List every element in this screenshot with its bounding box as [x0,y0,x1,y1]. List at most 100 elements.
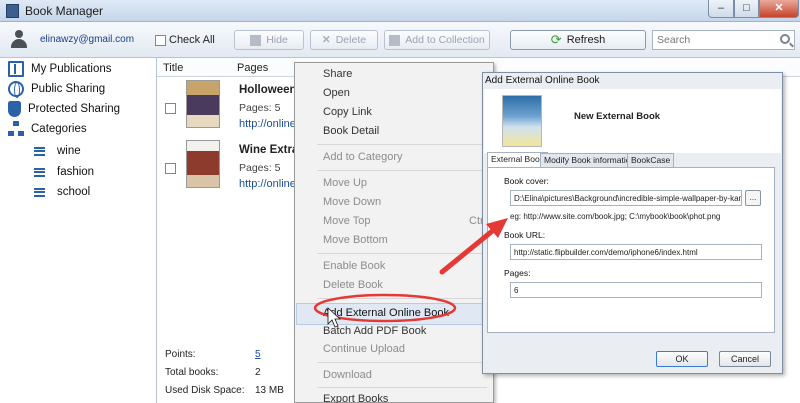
sidebar-item-public-sharing[interactable]: Public Sharing [8,80,105,98]
close-button[interactable]: ✕ [759,0,799,18]
refresh-label: Refresh [566,34,606,46]
add-to-collection-button[interactable]: Add to Collection [384,30,490,50]
category-tree-icon [8,121,24,137]
toolbar: elinawzy@gmail.com Check All Hide ✕ Dele… [0,22,800,58]
sidebar-item-categories[interactable]: Categories [8,120,87,138]
disk-space-label: Used Disk Space: [165,385,245,396]
list-icon [34,187,45,197]
account-email[interactable]: elinawzy@gmail.com [40,34,134,45]
account-stats: Points: 5 Total books: 2 Used Disk Space… [157,343,307,403]
points-value[interactable]: 5 [255,349,261,360]
book-cover-field[interactable]: D:\Elina\pictures\Background\incredible-… [510,190,742,206]
row-checkbox[interactable] [165,103,176,114]
book-thumbnail[interactable] [186,80,220,128]
tab-modify-book-information[interactable]: Modify Book information [540,153,640,167]
dialog-title: Add External Online Book [485,75,600,86]
search-placeholder: Search [657,34,691,46]
menu-item-add-external-online-book[interactable]: Add External Online Book [323,307,449,319]
collection-icon [389,34,401,46]
book-pages: Pages: 5 [239,102,281,114]
check-all[interactable]: Check All [155,34,215,46]
external-book-pane: Book cover: D:\Elina\pictures\Background… [487,167,775,333]
disk-space-value: 13 MB [255,385,284,396]
menu-item-copy-link[interactable]: Copy Link [323,106,372,118]
category-label: wine [57,145,81,157]
dialog-header: New External Book [484,89,781,153]
sidebar-item-label: My Publications [31,63,112,75]
app-icon [6,4,19,18]
category-item-wine[interactable]: wine [34,143,81,159]
add-to-collection-label: Add to Collection [405,34,485,46]
book-cover-label: Book cover: [504,176,549,186]
tab-bookcase[interactable]: BookCase [627,153,675,167]
pages-field[interactable]: 6 [510,282,762,298]
menu-item-download[interactable]: Download [323,369,372,381]
book-link[interactable]: http://online. [239,178,299,190]
title-bar: Book Manager [0,0,800,22]
menu-item-move-down[interactable]: Move Down [323,196,381,208]
browse-button[interactable]: ... [745,190,761,206]
menu-item-move-top[interactable]: Move Top [323,215,371,227]
delete-button[interactable]: ✕ Delete [310,30,378,50]
menu-separator [317,144,487,145]
hide-button[interactable]: Hide [234,30,304,50]
menu-item-continue-upload[interactable]: Continue Upload [323,343,405,355]
column-pages[interactable]: Pages [237,62,268,74]
column-title[interactable]: Title [163,62,183,74]
window-title: Book Manager [25,4,104,18]
ok-button[interactable]: OK [656,351,708,367]
dialog-book-name: New External Book [574,111,661,122]
menu-separator [317,298,487,299]
menu-item-delete-book[interactable]: Delete Book [323,279,383,291]
user-icon [10,30,28,48]
check-all-label: Check All [169,34,215,46]
hide-label: Hide [266,34,288,46]
category-label: fashion [57,166,95,178]
refresh-button[interactable]: ⟳ Refresh [510,30,646,50]
globe-icon [8,81,24,98]
sidebar-item-label: Categories [31,123,87,135]
book-url-label: Book URL: [504,230,546,240]
search-icon[interactable] [780,34,790,44]
menu-item-share[interactable]: Share [323,68,352,80]
maximize-button[interactable]: □ [734,0,759,18]
list-icon [34,146,45,156]
category-label: school [57,186,91,198]
sidebar-item-protected-sharing[interactable]: Protected Sharing [8,100,120,118]
cancel-button[interactable]: Cancel [719,351,771,367]
points-label: Points: [165,349,196,360]
sidebar: My Publications Public Sharing Protected… [0,58,157,403]
add-external-book-dialog: Add External Online Book New External Bo… [482,72,783,374]
menu-item-book-detail[interactable]: Book Detail [323,125,379,137]
minimize-button[interactable]: – [708,0,734,18]
menu-item-export-books[interactable]: Export Books [323,393,388,403]
check-all-checkbox[interactable] [155,34,166,46]
sidebar-item-my-publications[interactable]: My Publications [8,60,112,78]
book-url-field[interactable]: http://static.flipbuilder.com/demo/iphon… [510,244,762,260]
menu-separator [317,387,487,388]
row-checkbox[interactable] [165,163,176,174]
book-icon [8,61,24,77]
menu-item-batch-add-pdf[interactable]: Batch Add PDF Book [323,325,426,337]
menu-item-add-to-category[interactable]: Add to Category [323,151,403,163]
menu-item-open[interactable]: Open [323,87,350,99]
list-icon [34,167,45,177]
menu-item-move-up[interactable]: Move Up [323,177,367,189]
menu-item-move-bottom[interactable]: Move Bottom [323,234,388,246]
book-cover-hint: eg: http://www.site.com/book.jpg; C:\myb… [510,212,721,221]
book-link[interactable]: http://online. [239,118,299,130]
tab-external-book[interactable]: External Book [487,152,548,168]
menu-separator [317,253,487,254]
book-thumbnail[interactable] [186,140,220,188]
sidebar-item-label: Protected Sharing [28,103,121,115]
book-title: Holloween [239,84,297,96]
refresh-icon: ⟳ [550,32,562,47]
search-input[interactable]: Search [652,30,795,50]
category-item-school[interactable]: school [34,184,90,200]
menu-item-enable-book[interactable]: Enable Book [323,260,385,272]
shield-icon [8,101,21,117]
menu-separator [317,362,487,363]
delete-label: Delete [335,34,367,46]
category-item-fashion[interactable]: fashion [34,164,94,180]
total-books-label: Total books: [165,367,219,378]
